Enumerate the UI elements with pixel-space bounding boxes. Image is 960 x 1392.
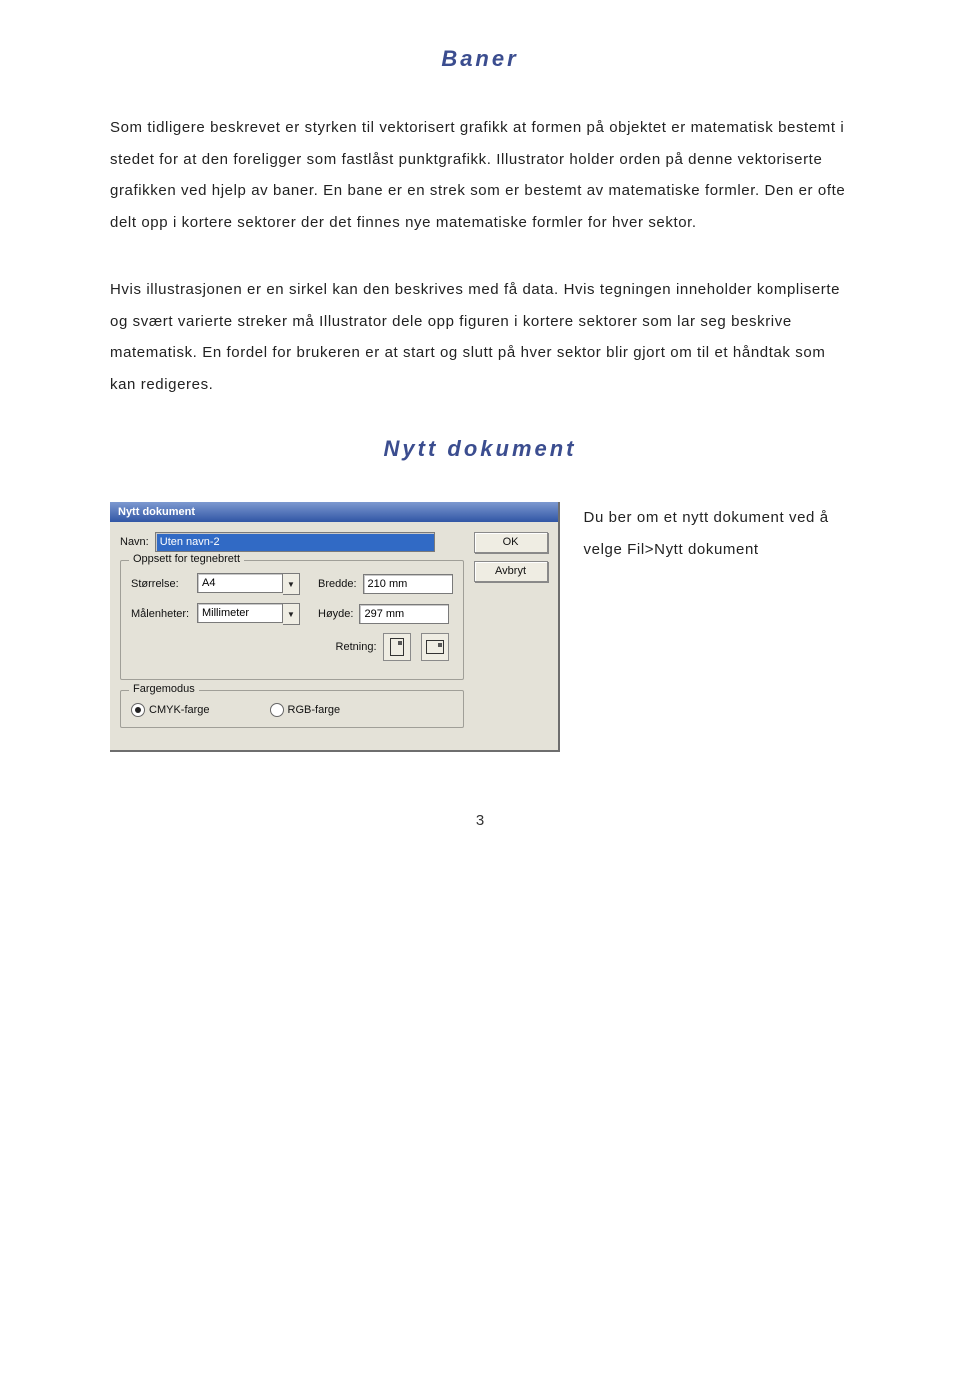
- cancel-button[interactable]: Avbryt: [474, 561, 548, 582]
- orientation-landscape-button[interactable]: [421, 633, 449, 661]
- units-label: Målenheter:: [131, 608, 191, 620]
- heading-baner: Baner: [110, 46, 850, 72]
- width-input[interactable]: 210 mm: [363, 574, 453, 594]
- width-label: Bredde:: [318, 578, 357, 590]
- dialog-titlebar: Nytt dokument: [110, 502, 558, 522]
- height-label: Høyde:: [318, 608, 353, 620]
- artboard-legend: Oppsett for tegnebrett: [129, 553, 244, 565]
- new-document-dialog: Nytt dokument Navn: Uten navn-2 Oppsett …: [110, 502, 560, 752]
- side-paragraph: Du ber om et nytt dokument ved å velge F…: [584, 502, 850, 565]
- units-dropdown-icon[interactable]: ▼: [283, 603, 300, 625]
- size-dropdown-icon[interactable]: ▼: [283, 573, 300, 595]
- name-label: Navn:: [120, 536, 149, 548]
- artboard-fieldset: Oppsett for tegnebrett Størrelse: A4 ▼ B…: [120, 560, 464, 680]
- cmyk-radio[interactable]: [131, 703, 145, 717]
- paragraph-1: Som tidligere beskrevet er styrken til v…: [110, 112, 850, 238]
- page-number: 3: [110, 812, 850, 829]
- orientation-portrait-button[interactable]: [383, 633, 411, 661]
- colormode-legend: Fargemodus: [129, 683, 199, 695]
- portrait-icon: [390, 638, 404, 656]
- size-label: Størrelse:: [131, 578, 191, 590]
- paragraph-2: Hvis illustrasjonen er en sirkel kan den…: [110, 274, 850, 400]
- cmyk-label: CMYK-farge: [149, 704, 210, 716]
- rgb-label: RGB-farge: [288, 704, 341, 716]
- landscape-icon: [426, 640, 444, 654]
- units-select[interactable]: Millimeter: [197, 603, 283, 623]
- name-input[interactable]: Uten navn-2: [155, 532, 435, 552]
- height-input[interactable]: 297 mm: [359, 604, 449, 624]
- ok-button[interactable]: OK: [474, 532, 548, 553]
- size-select[interactable]: A4: [197, 573, 283, 593]
- heading-nytt-dokument: Nytt dokument: [110, 436, 850, 462]
- orientation-label: Retning:: [336, 641, 377, 653]
- rgb-radio[interactable]: [270, 703, 284, 717]
- colormode-fieldset: Fargemodus CMYK-farge RGB-farge: [120, 690, 464, 728]
